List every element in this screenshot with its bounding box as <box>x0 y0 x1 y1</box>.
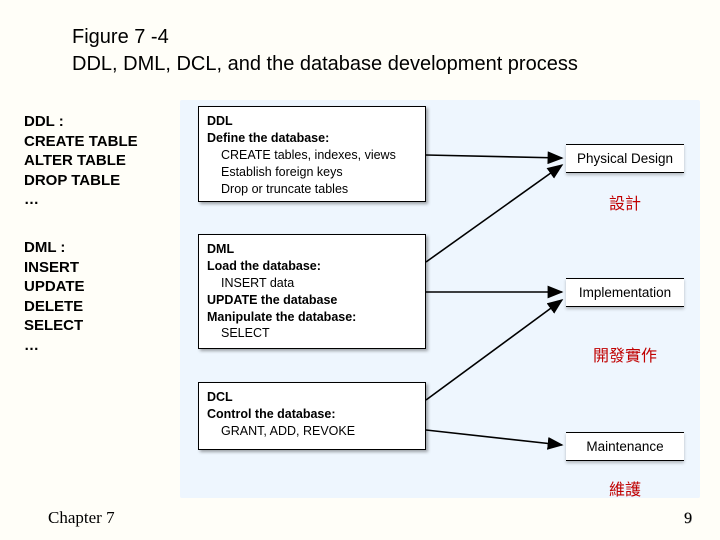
box-ddl: DDL Define the database: CREATE tables, … <box>198 106 426 202</box>
box-dml-sub1: Load the database: <box>207 258 417 275</box>
box-dcl: DCL Control the database: GRANT, ADD, RE… <box>198 382 426 450</box>
figure-title: Figure 7 -4 DDL, DML, DCL, and the datab… <box>72 24 578 78</box>
caption-implementation: 開發實作 <box>566 342 684 366</box>
phase-physical-design: Physical Design <box>566 144 684 173</box>
footer-page-number: 9 <box>684 510 692 528</box>
caption-physical-design: 設計 <box>566 190 684 214</box>
box-ddl-header: DDL <box>207 113 417 130</box>
box-dml-header: DML <box>207 241 417 258</box>
box-dcl-header: DCL <box>207 389 417 406</box>
title-line2: DDL, DML, DCL, and the database developm… <box>72 53 578 75</box>
title-line1: Figure 7 -4 <box>72 26 169 48</box>
box-dml-item1: INSERT data <box>221 275 417 292</box>
phase-maintenance: Maintenance <box>566 432 684 461</box>
box-dcl-item: GRANT, ADD, REVOKE <box>221 423 417 440</box>
box-dml-sub3: Manipulate the database: <box>207 309 417 326</box>
caption-maintenance: 維護 <box>566 476 684 500</box>
box-ddl-item: Drop or truncate tables <box>221 181 417 198</box>
box-ddl-sub: Define the database: <box>207 130 417 147</box>
box-dml-sub2: UPDATE the database <box>207 292 417 309</box>
box-dml-item3: SELECT <box>221 325 417 342</box>
annotation-dml: DML : INSERT UPDATE DELETE SELECT … <box>24 238 85 355</box>
box-ddl-item: Establish foreign keys <box>221 164 417 181</box>
box-dcl-sub: Control the database: <box>207 406 417 423</box>
box-dml: DML Load the database: INSERT data UPDAT… <box>198 234 426 349</box>
annotation-ddl: DDL : CREATE TABLE ALTER TABLE DROP TABL… <box>24 112 138 210</box>
footer-chapter: Chapter 7 <box>48 508 115 528</box>
phase-implementation: Implementation <box>566 278 684 307</box>
box-ddl-item: CREATE tables, indexes, views <box>221 147 417 164</box>
